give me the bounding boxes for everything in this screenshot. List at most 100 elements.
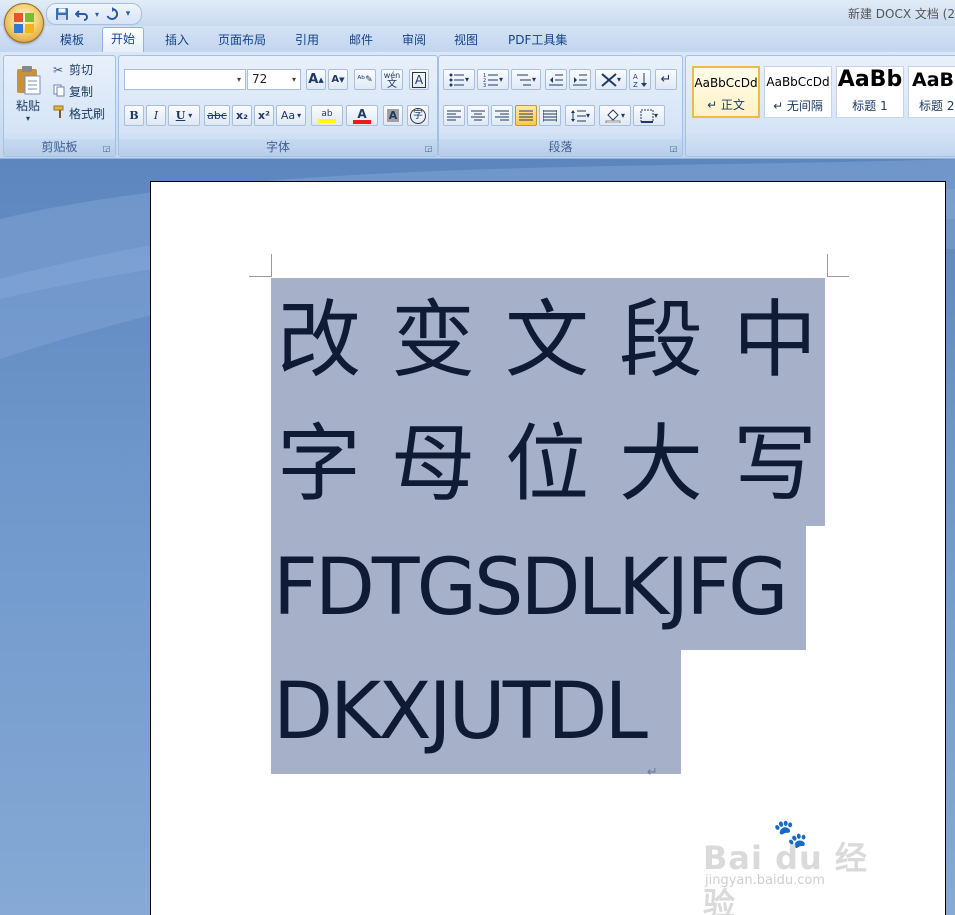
font-name-combo[interactable]: ▾ — [124, 69, 246, 90]
font-color-button[interactable]: A — [346, 105, 378, 126]
font-name-dropdown-icon: ▾ — [236, 75, 241, 84]
customize-icon[interactable]: ▾ — [123, 6, 133, 22]
change-case-dropdown-icon: ▾ — [297, 111, 302, 120]
text-line-4: DKXJUTDL ↵ — [271, 650, 681, 780]
shrink-font-button[interactable]: A ▼ — [328, 69, 348, 90]
svg-text:Z: Z — [633, 81, 638, 88]
decrease-indent-button[interactable] — [545, 69, 567, 90]
svg-text:3: 3 — [483, 83, 486, 87]
tab-template[interactable]: 模板 — [52, 30, 92, 50]
style-normal[interactable]: AaBbCcDd ↵ 正文 — [692, 66, 760, 118]
show-marks-button[interactable]: ↵ — [655, 69, 677, 90]
bullets-button[interactable]: ▾ — [443, 69, 475, 90]
redo-icon[interactable] — [103, 6, 121, 22]
style-heading-1[interactable]: AaBb 标题 1 — [836, 66, 904, 118]
line-spacing-button[interactable]: ▾ — [565, 105, 595, 126]
align-right-icon — [495, 110, 509, 120]
paragraph-group-label: 段落 — [439, 139, 682, 156]
tab-view[interactable]: 视图 — [446, 30, 486, 50]
scissors-icon: ✂ — [53, 62, 64, 77]
style-heading-1-name: 标题 1 — [852, 99, 888, 113]
strikethrough-label: abc — [207, 109, 227, 122]
style-heading-2-name: 标题 2 — [919, 99, 955, 113]
paste-button[interactable]: 粘贴 ▾ — [8, 58, 48, 130]
paste-dropdown-icon: ▾ — [25, 114, 30, 123]
bold-label: B — [129, 109, 139, 122]
highlight-label: ab — [321, 108, 333, 119]
phonetic-char-icon: 文 — [387, 78, 397, 90]
shrink-font-label: A — [331, 74, 340, 85]
highlight-color-bar — [318, 118, 336, 123]
subscript-button[interactable]: x₂ — [232, 105, 252, 126]
underline-label: U — [175, 109, 186, 122]
justify-button[interactable] — [515, 105, 537, 126]
italic-button[interactable]: I — [146, 105, 166, 126]
text-line-3: FDTGSDLKJFG — [271, 526, 806, 650]
text-line-1: 改变文段中 — [271, 278, 825, 402]
brush-icon — [53, 105, 69, 122]
format-painter-button[interactable]: 格式刷 — [52, 104, 110, 123]
tab-insert[interactable]: 插入 — [157, 30, 197, 50]
increase-indent-button[interactable] — [569, 69, 591, 90]
font-size-combo[interactable]: 72 ▾ — [247, 69, 301, 90]
font-launcher-icon[interactable]: ◲ — [424, 144, 433, 153]
title-bar: ▾ ▾ 新建 DOCX 文档 (2 — [0, 0, 955, 26]
tab-pdf-tools[interactable]: PDF工具集 — [500, 30, 575, 50]
distributed-icon — [543, 109, 557, 122]
watermark-url: jingyan.baidu.com — [705, 873, 825, 888]
highlight-button[interactable]: ab — [311, 105, 343, 126]
save-icon[interactable] — [53, 6, 71, 22]
character-shading-button[interactable]: A — [383, 105, 403, 126]
crop-mark-top-left-h — [249, 276, 271, 277]
clear-formatting-button[interactable]: ᴬᵇ✎ — [354, 69, 376, 90]
style-heading-2[interactable]: AaBl 标题 2 — [908, 66, 955, 118]
chinese-layout-button[interactable]: ▾ — [595, 69, 627, 90]
decrease-indent-icon — [549, 74, 563, 85]
paste-label: 粘贴 — [15, 99, 40, 113]
tab-home[interactable]: 开始 — [102, 27, 145, 52]
font-size-dropdown-icon: ▾ — [291, 75, 296, 84]
style-heading-2-sample: AaBl — [912, 69, 955, 91]
undo-dropdown-icon[interactable]: ▾ — [93, 6, 101, 22]
underline-button[interactable]: U ▾ — [168, 105, 200, 126]
clipboard-launcher-icon[interactable]: ◲ — [102, 144, 111, 153]
superscript-button[interactable]: x² — [254, 105, 274, 126]
subscript-label: x₂ — [236, 109, 248, 122]
phonetic-guide-button[interactable]: wén 文 — [381, 69, 403, 90]
numbering-button[interactable]: 123 ▾ — [477, 69, 509, 90]
align-left-icon — [447, 110, 461, 120]
paragraph-launcher-icon[interactable]: ◲ — [669, 144, 678, 153]
align-center-button[interactable] — [467, 105, 489, 126]
character-border-button[interactable]: A — [409, 69, 429, 90]
cut-button[interactable]: ✂ 剪切 — [52, 60, 110, 79]
bold-button[interactable]: B — [124, 105, 144, 126]
document-page[interactable]: 改变文段中 字母位大写 FDTGSDLKJFG DKXJUTDL ↵ — [150, 181, 946, 915]
tab-page-layout[interactable]: 页面布局 — [210, 30, 274, 50]
grow-font-label: A — [308, 72, 319, 87]
grow-font-button[interactable]: A ▲ — [306, 69, 326, 90]
tab-review[interactable]: 审阅 — [394, 30, 434, 50]
paste-icon — [17, 66, 41, 95]
distributed-button[interactable] — [539, 105, 561, 126]
align-left-button[interactable] — [443, 105, 465, 126]
enclose-characters-button[interactable]: 字 — [407, 105, 429, 126]
italic-label: I — [153, 109, 159, 122]
multilevel-list-button[interactable]: ▾ — [511, 69, 541, 90]
borders-button[interactable]: ▾ — [633, 105, 665, 126]
copy-button[interactable]: 复制 — [52, 82, 110, 101]
copy-label: 复制 — [69, 85, 94, 99]
bullets-icon — [449, 73, 464, 86]
align-right-button[interactable] — [491, 105, 513, 126]
tab-references[interactable]: 引用 — [287, 30, 327, 50]
cut-label: 剪切 — [69, 63, 94, 77]
shading-button[interactable]: ▾ — [599, 105, 631, 126]
copy-icon — [53, 84, 69, 100]
tab-mailings[interactable]: 邮件 — [341, 30, 381, 50]
office-button[interactable] — [4, 3, 44, 43]
style-no-spacing[interactable]: AaBbCcDd ↵ 无间隔 — [764, 66, 832, 118]
sort-button[interactable]: AZ — [629, 69, 651, 90]
strikethrough-button[interactable]: abc — [204, 105, 230, 126]
style-no-spacing-sample: AaBbCcDd — [766, 75, 830, 89]
change-case-button[interactable]: Aa ▾ — [276, 105, 306, 126]
undo-icon[interactable] — [73, 6, 91, 22]
